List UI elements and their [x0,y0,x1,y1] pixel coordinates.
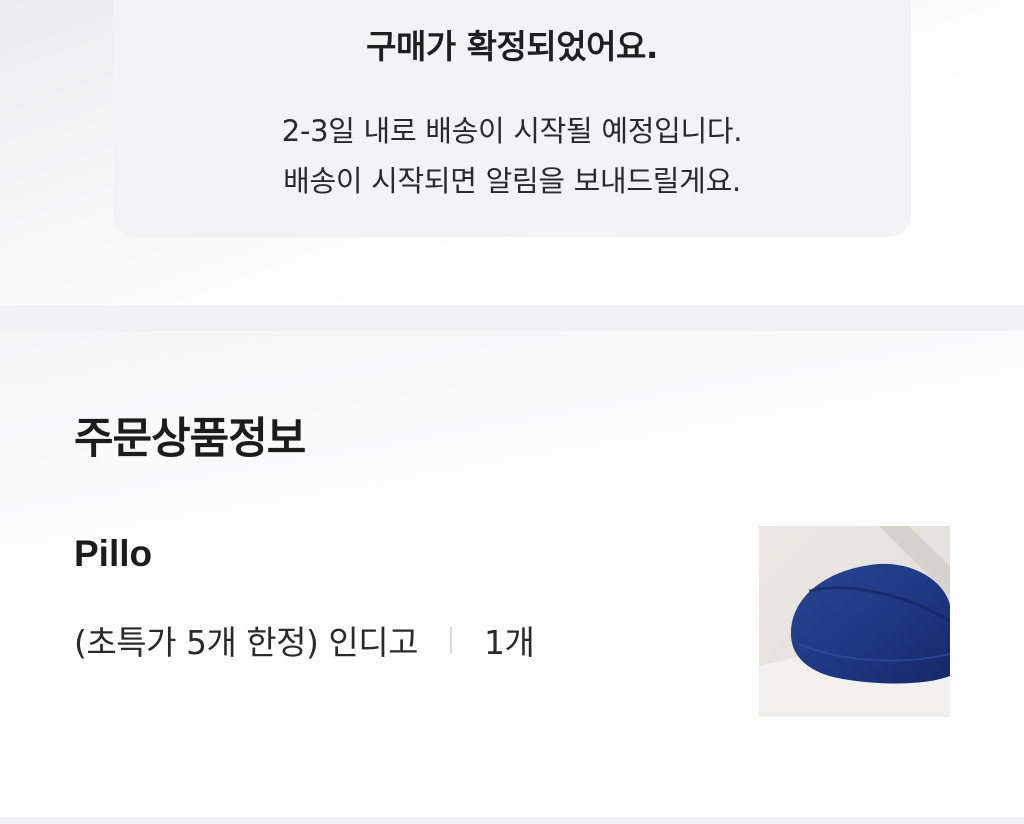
product-name[interactable]: Pillo [74,532,152,576]
confirmation-title: 구매가 확정되었어요. [366,27,658,66]
product-quantity: 1개 [483,623,535,662]
shipping-notification-text: 배송이 시작되면 알림을 보내드릴게요. [283,164,741,198]
order-product-info-section: 주문상품정보 Pillo (초특가 5개 한정) 인디고 1개 [0,331,1024,817]
option-divider [449,627,452,653]
shipping-schedule-text: 2-3일 내로 배송이 시작될 예정입니다. [281,114,743,148]
pillow-image [759,526,950,717]
confirmation-notice-card: 구매가 확정되었어요. 2-3일 내로 배송이 시작될 예정입니다. 배송이 시… [113,0,911,237]
product-thumbnail[interactable] [759,526,950,717]
section-divider [0,817,1024,824]
product-option-row: (초특가 5개 한정) 인디고 1개 [74,618,535,662]
section-title: 주문상품정보 [74,414,306,464]
purchase-confirmed-section: 구매가 확정되었어요. 2-3일 내로 배송이 시작될 예정입니다. 배송이 시… [0,0,1024,305]
product-option: (초특가 5개 한정) 인디고 [74,623,418,662]
